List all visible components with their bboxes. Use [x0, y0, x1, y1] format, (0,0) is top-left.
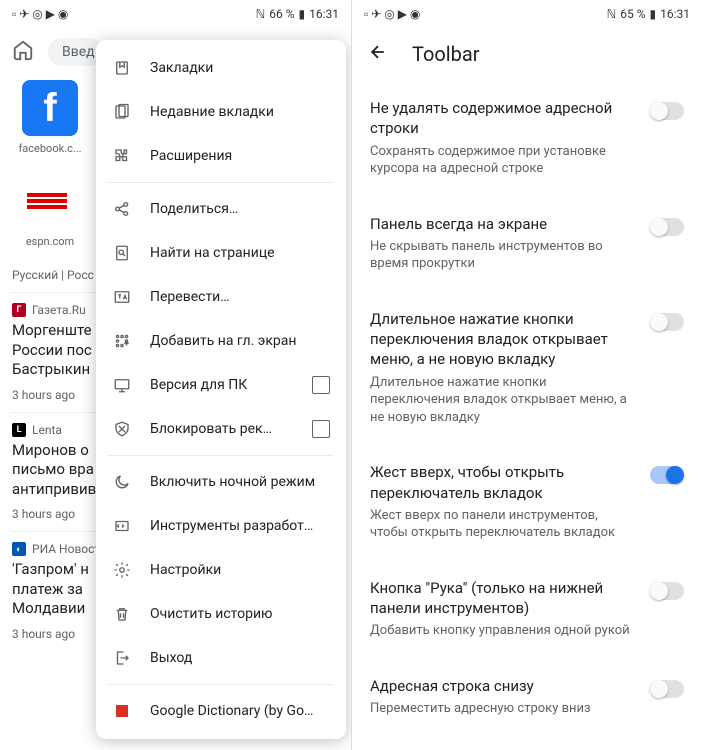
- setting-row[interactable]: Не удалять содержимое адресной строки Сох…: [370, 80, 684, 196]
- addhome-icon: [112, 331, 132, 351]
- setting-title: Не удалять содержимое адресной строки: [370, 98, 636, 139]
- setting-title: Жест вверх, чтобы открыть переключатель …: [370, 462, 636, 503]
- menu-item-label: Недавние вкладки: [150, 104, 330, 120]
- shield-icon: [112, 419, 132, 439]
- share-icon: [112, 199, 132, 219]
- screen-settings: ▫ ✈ ◎ ▶ ◉ ℕ65 %▮16:31 Toolbar Не удалять…: [351, 0, 702, 750]
- setting-title: Кнопка "Рука" (только на нижней панели и…: [370, 578, 636, 619]
- menu-item-label: Добавить на гл. экран: [150, 333, 330, 349]
- menu-item-label: Версия для ПК: [150, 377, 294, 393]
- settings-list: Не удалять содержимое адресной строки Сох…: [352, 80, 702, 736]
- bookmark-icon: [112, 58, 132, 78]
- news-source: РИА Новост: [32, 542, 100, 556]
- menu-item-label: Очистить историю: [150, 606, 330, 622]
- news-title: МоргенштеРоссии посБастрыкин: [12, 321, 102, 380]
- checkbox[interactable]: [312, 420, 330, 438]
- menu-item-label: Выход: [150, 650, 330, 666]
- status-bar: ▫ ✈ ◎ ▶ ◉ ℕ66 %▮16:31: [0, 0, 351, 28]
- setting-subtitle: Добавить кнопку управления одной рукой: [370, 622, 636, 640]
- menu-item-shield[interactable]: Блокировать рек…: [96, 407, 346, 451]
- settings-header: Toolbar: [352, 28, 702, 80]
- setting-title: Длительное нажатие кнопки переключения в…: [370, 309, 636, 370]
- setting-row[interactable]: Жест вверх, чтобы открыть переключатель …: [370, 444, 684, 560]
- menu-item-label: Перевести…: [150, 289, 330, 305]
- menu-item-label: Инструменты разработ…: [150, 518, 330, 534]
- menu-item-label: Google Dictionary (by Go…: [150, 703, 330, 719]
- desktop-icon: [112, 375, 132, 395]
- setting-row[interactable]: Кнопка "Рука" (только на нижней панели и…: [370, 560, 684, 658]
- trash-icon: [112, 604, 132, 624]
- setting-row[interactable]: Длительное нажатие кнопки переключения в…: [370, 291, 684, 444]
- menu-item-label: Настройки: [150, 562, 330, 578]
- setting-title: Адресная строка снизу: [370, 676, 636, 696]
- news-source: Lenta: [32, 423, 62, 437]
- news-source: Газета.Ru: [32, 303, 86, 317]
- setting-row[interactable]: Панель всегда на экране Не скрывать панел…: [370, 196, 684, 291]
- setting-title: Панель всегда на экране: [370, 214, 636, 234]
- toggle[interactable]: [650, 218, 684, 236]
- menu-item-ext[interactable]: Расширения: [96, 134, 346, 178]
- devtools-icon: [112, 516, 132, 536]
- setting-subtitle: Жест вверх по панели инструментов, чтобы…: [370, 507, 636, 542]
- setting-subtitle: Не скрывать панель инструментов во время…: [370, 238, 636, 273]
- menu-item-addhome[interactable]: Добавить на гл. экран: [96, 319, 346, 363]
- moon-icon: [112, 472, 132, 492]
- menu-item-dict[interactable]: Google Dictionary (by Go…: [96, 689, 346, 733]
- find-icon: [112, 243, 132, 263]
- menu-item-label: Расширения: [150, 148, 330, 164]
- menu-item-trash[interactable]: Очистить историю: [96, 592, 346, 636]
- menu-item-desktop[interactable]: Версия для ПК: [96, 363, 346, 407]
- setting-subtitle: Сохранять содержимое при установке курсо…: [370, 143, 636, 178]
- status-bar: ▫ ✈ ◎ ▶ ◉ ℕ65 %▮16:31: [352, 0, 702, 28]
- exit-icon: [112, 648, 132, 668]
- dict-icon: [112, 701, 132, 721]
- menu-item-label: Включить ночной режим: [150, 474, 330, 490]
- checkbox[interactable]: [312, 376, 330, 394]
- settings-icon: [112, 560, 132, 580]
- toggle[interactable]: [650, 466, 684, 484]
- browser-menu: Закладки Недавние вкладки Расширения Подели…: [96, 40, 346, 739]
- menu-item-recent[interactable]: Недавние вкладки: [96, 90, 346, 134]
- setting-row[interactable]: Адресная строка снизу Переместить адресну…: [370, 658, 684, 736]
- toggle[interactable]: [650, 102, 684, 120]
- menu-item-label: Закладки: [150, 60, 330, 76]
- back-icon[interactable]: [368, 42, 388, 66]
- menu-item-settings[interactable]: Настройки: [96, 548, 346, 592]
- menu-item-find[interactable]: Найти на странице: [96, 231, 346, 275]
- menu-item-exit[interactable]: Выход: [96, 636, 346, 680]
- home-icon[interactable]: [12, 39, 34, 65]
- recent-icon: [112, 102, 132, 122]
- menu-item-share[interactable]: Поделиться…: [96, 187, 346, 231]
- toggle[interactable]: [650, 582, 684, 600]
- menu-item-translate[interactable]: Перевести…: [96, 275, 346, 319]
- menu-item-label: Блокировать рек…: [150, 421, 294, 437]
- toggle[interactable]: [650, 680, 684, 698]
- ext-icon: [112, 146, 132, 166]
- page-title: Toolbar: [412, 42, 480, 66]
- menu-item-bookmark[interactable]: Закладки: [96, 46, 346, 90]
- menu-item-devtools[interactable]: Инструменты разработ…: [96, 504, 346, 548]
- news-title: Миронов описьмо враантипривив: [12, 441, 102, 500]
- site-tile[interactable]: espn.com: [10, 173, 90, 248]
- translate-icon: [112, 287, 132, 307]
- screen-browser: ▫ ✈ ◎ ▶ ◉ ℕ66 %▮16:31 Введ ffacebook.c..…: [0, 0, 351, 750]
- menu-item-moon[interactable]: Включить ночной режим: [96, 460, 346, 504]
- setting-subtitle: Переместить адресную строку вниз: [370, 700, 636, 718]
- news-title: 'Газпром' нплатеж заМолдавии: [12, 560, 102, 619]
- menu-item-label: Найти на странице: [150, 245, 330, 261]
- setting-subtitle: Длительное нажатие кнопки переключения в…: [370, 374, 636, 427]
- menu-item-label: Поделиться…: [150, 201, 330, 217]
- site-tile[interactable]: ffacebook.c...: [10, 80, 90, 155]
- toggle[interactable]: [650, 313, 684, 331]
